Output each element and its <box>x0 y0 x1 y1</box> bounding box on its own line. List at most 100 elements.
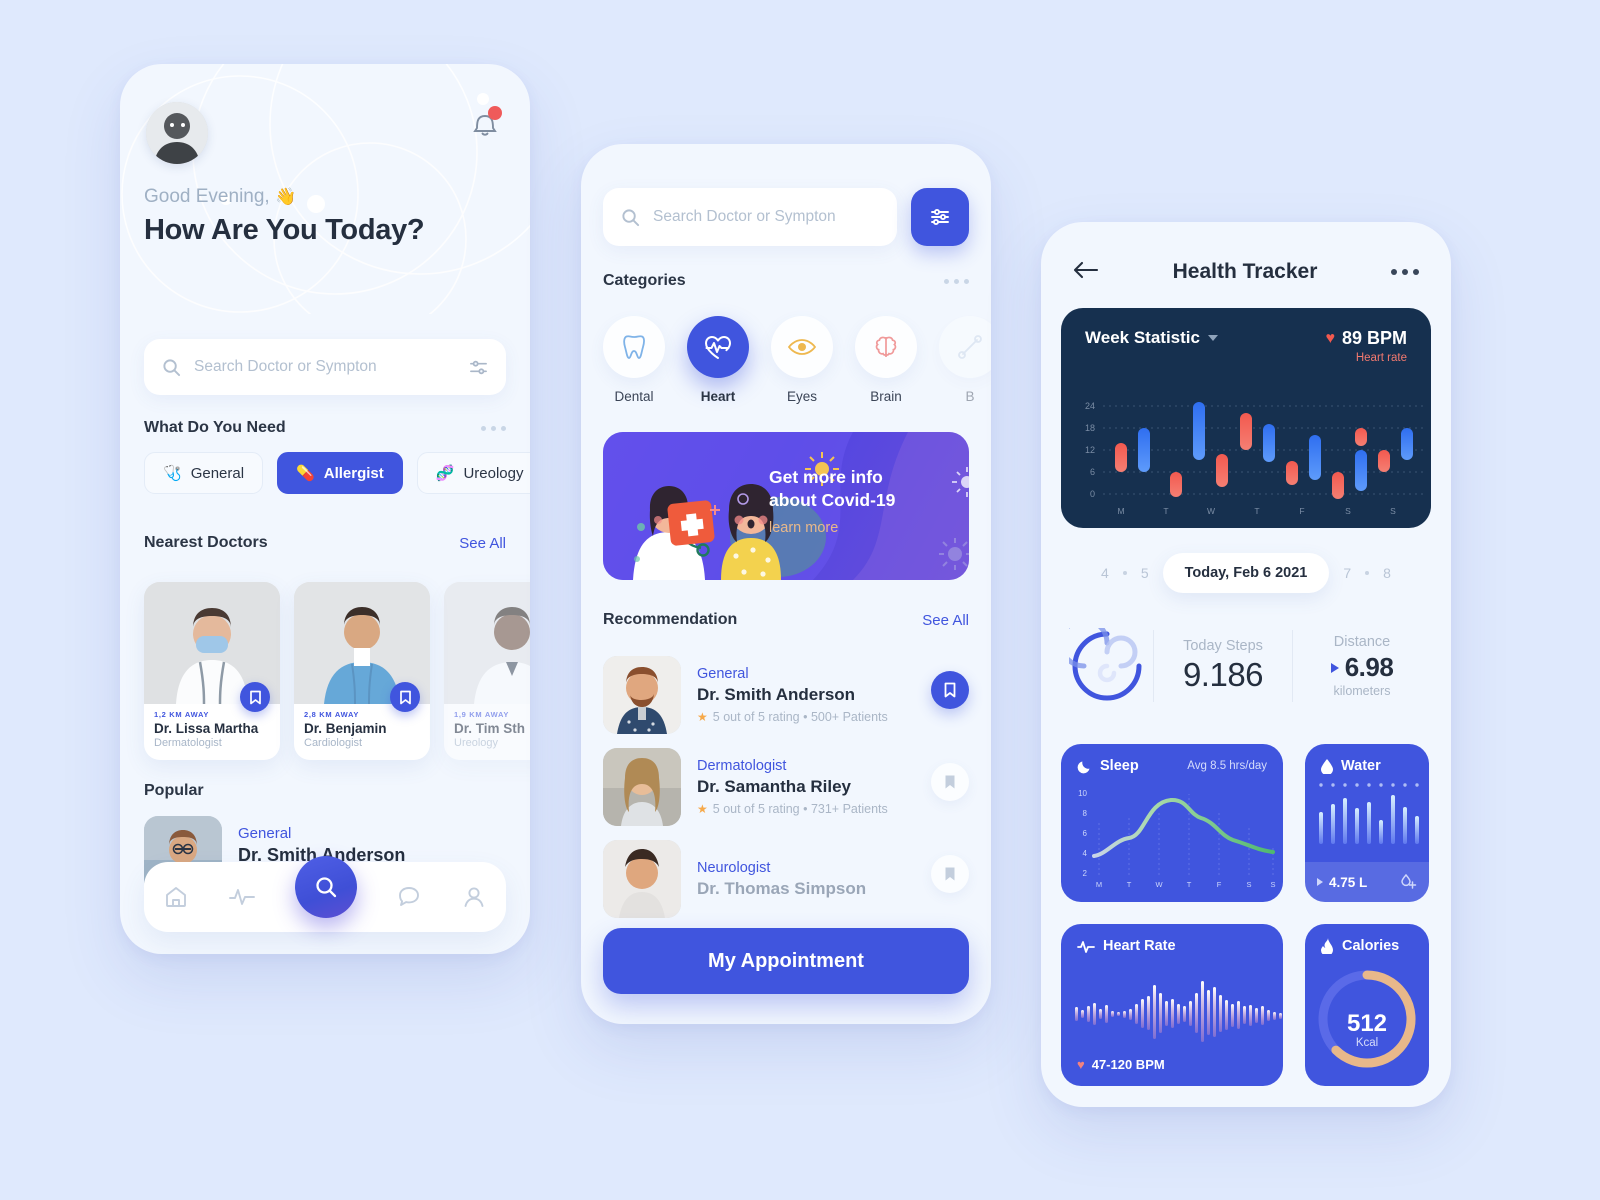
wave-emoji: 👋 <box>274 187 297 206</box>
filter-button[interactable] <box>911 188 969 246</box>
date-next-1[interactable]: 7 <box>1343 565 1351 581</box>
calories-card[interactable]: Calories 512 Kcal <box>1305 924 1429 1086</box>
heart-rate-waveform <box>1075 981 1282 1042</box>
section-title: Nearest Doctors <box>144 534 268 551</box>
banner-cta[interactable]: learn more <box>769 520 949 536</box>
star-icon: ★ <box>697 802 708 816</box>
see-all-link[interactable]: See All <box>459 535 506 552</box>
bookmark-button[interactable] <box>931 763 969 801</box>
category-eyes[interactable]: Eyes <box>771 316 833 404</box>
category-bubble <box>855 316 917 378</box>
avatar[interactable] <box>146 102 208 164</box>
calories-title: Calories <box>1321 938 1399 954</box>
categories-header: Categories <box>603 272 969 290</box>
search-icon <box>622 208 640 226</box>
doctor-specialty: Dermatologist <box>154 737 222 749</box>
water-card[interactable]: Water 4.75 L <box>1305 744 1429 902</box>
doctor-specialty: Neurologist <box>697 859 771 876</box>
date-current[interactable]: Today, Feb 6 2021 <box>1162 553 1330 593</box>
sleep-chart: 10 8 6 4 2 M T W T F S S <box>1078 789 1275 889</box>
bookmark-icon <box>944 682 956 698</box>
sleep-card[interactable]: Sleep Avg 8.5 hrs/day 10 8 6 4 2 M T W T… <box>1061 744 1283 902</box>
category-dental[interactable]: Dental <box>603 316 665 404</box>
date-next-2[interactable]: 8 <box>1383 565 1391 581</box>
heart-rate-card[interactable]: Heart Rate ♥ 47-120 BPM <box>1061 924 1283 1086</box>
tab-activity[interactable] <box>228 884 256 910</box>
tab-profile[interactable] <box>461 884 487 910</box>
bpm-value: ♥ 89 BPM <box>1325 328 1407 348</box>
category-heart[interactable]: Heart <box>687 316 749 404</box>
svg-text:M: M <box>1096 880 1102 889</box>
greeting: Good Evening, 👋 <box>144 186 297 207</box>
dna-icon: 🧬 <box>435 465 455 482</box>
bookmark-icon <box>399 690 411 704</box>
water-value: 4.75 L <box>1329 874 1368 890</box>
search-input[interactable]: Search Doctor or Sympton <box>603 188 897 246</box>
tab-home[interactable] <box>163 884 189 910</box>
today-steps-stat: Today Steps 9.186 <box>1154 638 1292 694</box>
search-row: Search Doctor or Sympton <box>603 188 969 246</box>
sleep-title: Sleep <box>1077 758 1139 774</box>
pill-icon: 💊 <box>296 465 315 482</box>
banner-line1: Get more info <box>769 467 883 487</box>
chip-allergist[interactable]: 💊 Allergist <box>277 452 403 494</box>
list-item[interactable]: General Dr. Smith Anderson ★ 5 out of 5 … <box>603 649 969 741</box>
my-appointment-button[interactable]: My Appointment <box>603 928 969 994</box>
covid-banner[interactable]: Get more info about Covid-19 learn more <box>603 432 969 580</box>
doctor-name: Dr. Thomas Simpson <box>697 878 867 898</box>
tab-search[interactable] <box>294 856 357 918</box>
bookmark-button[interactable] <box>931 855 969 893</box>
list-item[interactable]: Neurologist Dr. Thomas Simpson <box>603 833 969 925</box>
more-dots-icon[interactable] <box>481 425 506 431</box>
svg-text:W: W <box>1207 506 1215 516</box>
date-prev-2[interactable]: 4 <box>1101 565 1109 581</box>
droplet-icon <box>1321 758 1333 774</box>
doctor-specialty: Dermatologist <box>697 758 787 774</box>
doctor-card[interactable]: 1,2 KM AWAY Dr. Lissa Martha Dermatologi… <box>144 582 280 760</box>
date-prev-1[interactable]: 5 <box>1141 565 1149 581</box>
distance-value: 6.98 <box>1293 652 1431 683</box>
chip-general[interactable]: 🩺 General <box>144 452 264 494</box>
bookmark-button[interactable] <box>931 671 969 709</box>
svg-text:18: 18 <box>1085 423 1095 433</box>
svg-text:S: S <box>1345 506 1351 516</box>
doctor-card[interactable]: 1,9 KM AWAY Dr. Tim Sth Ureology <box>444 582 530 760</box>
stethoscope-icon: 🩺 <box>163 465 182 482</box>
more-dots-icon[interactable] <box>944 278 969 284</box>
chip-ureology[interactable]: 🧬 Ureology <box>416 452 530 494</box>
week-statistic-title[interactable]: Week Statistic <box>1085 328 1218 348</box>
svg-text:6: 6 <box>1083 829 1088 838</box>
bookmark-button[interactable] <box>240 682 270 712</box>
category-partial[interactable]: B <box>939 316 991 404</box>
doctor-card[interactable]: 2,8 KM AWAY Dr. Benjamin Cardiologist <box>294 582 430 760</box>
doctor-photo <box>603 748 681 826</box>
sliders-icon[interactable] <box>469 358 488 377</box>
chip-label: General <box>190 464 245 482</box>
doctor-specialty: General <box>238 825 292 842</box>
section-title: Recommendation <box>603 611 738 628</box>
list-item[interactable]: Dermatologist Dr. Samantha Riley ★ 5 out… <box>603 741 969 833</box>
heart-icon: ♥ <box>1325 329 1335 347</box>
see-all-link[interactable]: See All <box>922 612 969 629</box>
svg-text:S: S <box>1390 506 1396 516</box>
tab-chat[interactable] <box>396 884 422 910</box>
popular-header: Popular <box>144 782 506 800</box>
stats-row: Today Steps 9.186 Distance 6.98 kilomete… <box>1061 618 1431 714</box>
search-placeholder: Search Doctor or Sympton <box>194 358 377 375</box>
bookmark-icon <box>945 867 955 881</box>
distance-unit: kilometers <box>1333 684 1391 698</box>
tooth-icon <box>623 335 645 359</box>
bookmark-button[interactable] <box>390 682 420 712</box>
search-input[interactable]: Search Doctor or Sympton <box>144 339 506 395</box>
back-button[interactable] <box>1073 260 1099 285</box>
recommendation-header: Recommendation See All <box>603 611 969 629</box>
distance-stat: Distance 6.98 kilometers <box>1293 634 1431 698</box>
more-horizontal-icon[interactable] <box>1391 269 1419 275</box>
notification-bell[interactable] <box>470 106 502 140</box>
add-water-icon[interactable] <box>1399 873 1417 891</box>
sliders-icon <box>931 208 949 226</box>
play-triangle-icon <box>1317 878 1323 886</box>
category-brain[interactable]: Brain <box>855 316 917 404</box>
date-dot <box>1122 571 1127 575</box>
star-icon: ★ <box>697 710 708 724</box>
